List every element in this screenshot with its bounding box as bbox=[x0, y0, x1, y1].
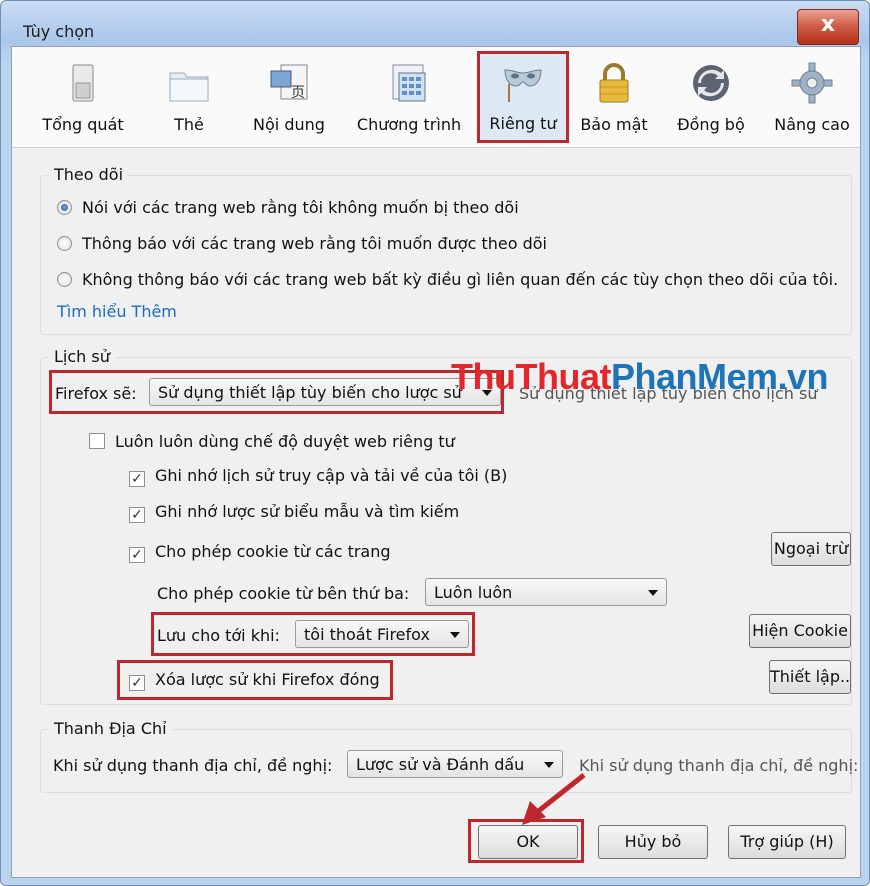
svg-text:页: 页 bbox=[291, 85, 305, 101]
remember-forms-checkbox[interactable]: ✓ bbox=[129, 507, 145, 523]
location-bar-value: Lược sử và Đánh dấu bbox=[356, 755, 525, 774]
tab-general-label: Tổng quát bbox=[42, 115, 124, 134]
tab-advanced-label: Nâng cao bbox=[774, 115, 850, 134]
watermark-part-1: ThuThuat bbox=[451, 356, 611, 397]
show-cookies-button[interactable]: Hiện Cookie bbox=[749, 614, 851, 648]
client-area: Tổng quát Thẻ 页 Nội dung Chương trình Ri… bbox=[11, 46, 861, 878]
always-private-row[interactable]: Luôn luôn dùng chế độ duyệt web riêng tư bbox=[89, 432, 455, 451]
close-button[interactable]: x bbox=[797, 9, 859, 45]
history-group: Lịch sử Firefox sẽ: Sử dụng thiết lập tù… bbox=[40, 347, 852, 705]
tab-content-label: Nội dung bbox=[253, 115, 325, 134]
third-party-value: Luôn luôn bbox=[434, 583, 513, 602]
padlock-icon bbox=[599, 63, 629, 103]
applications-icon bbox=[392, 64, 426, 102]
remember-forms-label: Ghi nhớ lược sử biểu mẫu và tìm kiếm bbox=[155, 502, 460, 521]
remember-forms-row[interactable]: ✓ Ghi nhớ lược sử biểu mẫu và tìm kiếm bbox=[129, 502, 459, 523]
content-icon: 页 bbox=[270, 64, 308, 101]
watermark-part-3: .vn bbox=[777, 356, 829, 397]
tab-sync-label: Đồng bộ bbox=[677, 115, 745, 134]
always-private-label: Luôn luôn dùng chế độ duyệt web riêng tư bbox=[115, 432, 455, 451]
settings-button[interactable]: Thiết lập... bbox=[769, 660, 851, 694]
cancel-button[interactable]: Hủy bỏ bbox=[598, 825, 708, 859]
chevron-down-icon bbox=[544, 762, 554, 768]
tab-content[interactable]: 页 Nội dung bbox=[244, 55, 334, 139]
arrow-annotation-icon bbox=[522, 773, 586, 825]
category-toolbar: Tổng quát Thẻ 页 Nội dung Chương trình Ri… bbox=[12, 47, 860, 148]
third-party-label: Cho phép cookie từ bên thứ ba: bbox=[157, 584, 410, 603]
folder-tabs-icon bbox=[169, 72, 209, 102]
learn-more-link[interactable]: Tìm hiểu Thêm bbox=[57, 302, 177, 321]
window-title: Tùy chọn bbox=[23, 22, 95, 41]
options-window: Tùy chọn x Tổng quát Thẻ 页 Nội dung Chươ… bbox=[0, 0, 870, 886]
accept-cookies-label: Cho phép cookie từ các trang bbox=[155, 542, 391, 561]
sync-icon bbox=[693, 65, 729, 101]
tracking-option-1-label: Nói với các trang web rằng tôi không muố… bbox=[82, 198, 519, 217]
remember-browsing-row[interactable]: ✓ Ghi nhớ lịch sử truy cập và tải về của … bbox=[129, 466, 507, 487]
tracking-option-3[interactable]: Không thông báo với các trang web bất kỳ… bbox=[57, 270, 838, 289]
tab-general[interactable]: Tổng quát bbox=[40, 55, 126, 139]
tab-applications-label: Chương trình bbox=[356, 115, 462, 134]
switch-icon bbox=[72, 64, 94, 102]
accept-cookies-checkbox[interactable]: ✓ bbox=[129, 547, 145, 563]
tracking-legend: Theo dõi bbox=[49, 165, 129, 184]
help-button[interactable]: Trợ giúp (H) bbox=[728, 825, 846, 859]
tab-security-label: Bảo mật bbox=[580, 115, 648, 134]
third-party-select[interactable]: Luôn luôn bbox=[425, 578, 667, 606]
exceptions-button[interactable]: Ngoại trừ bbox=[771, 532, 851, 566]
highlight-clear-on-close bbox=[117, 660, 393, 700]
tracking-group: Theo dõi Nói với các trang web rằng tôi … bbox=[40, 165, 852, 335]
history-legend: Lịch sử bbox=[49, 347, 115, 366]
title-bar[interactable]: Tùy chọn x bbox=[1, 1, 869, 45]
location-bar-label: Khi sử dụng thanh địa chỉ, đề nghị: bbox=[53, 756, 333, 775]
gear-icon bbox=[791, 62, 833, 104]
tab-security[interactable]: Bảo mật bbox=[574, 55, 654, 139]
tab-advanced[interactable]: Nâng cao bbox=[766, 55, 858, 139]
location-bar-ghost-text: Khi sử dụng thanh địa chỉ, đề nghị: bbox=[579, 756, 859, 775]
watermark-part-2: PhanMem bbox=[610, 356, 778, 397]
tab-sync[interactable]: Đồng bộ bbox=[668, 55, 754, 139]
tab-privacy-label: Riêng tư bbox=[489, 114, 557, 133]
watermark-logo: ThuThuatPhanMem.vn bbox=[451, 356, 829, 398]
tab-applications[interactable]: Chương trình bbox=[350, 55, 468, 139]
remember-browsing-checkbox[interactable]: ✓ bbox=[129, 471, 145, 487]
highlight-keep-until bbox=[151, 612, 475, 656]
location-bar-group: Thanh Địa Chỉ Khi sử dụng thanh địa chỉ,… bbox=[40, 719, 858, 793]
radio-no-preference[interactable] bbox=[57, 272, 72, 287]
remember-browsing-label: Ghi nhớ lịch sử truy cập và tải về của t… bbox=[155, 466, 508, 485]
chevron-down-icon bbox=[648, 590, 658, 596]
tab-tabs-label: Thẻ bbox=[174, 115, 204, 134]
radio-want-tracking[interactable] bbox=[57, 236, 72, 251]
always-private-checkbox[interactable] bbox=[89, 433, 105, 449]
tracking-option-2[interactable]: Thông báo với các trang web rằng tôi muố… bbox=[57, 234, 547, 253]
highlight-firefox-will bbox=[49, 370, 504, 414]
location-bar-legend: Thanh Địa Chỉ bbox=[49, 719, 172, 738]
tab-privacy[interactable]: Riêng tư bbox=[477, 51, 569, 143]
tracking-option-2-label: Thông báo với các trang web rằng tôi muố… bbox=[82, 234, 547, 253]
tracking-option-1[interactable]: Nói với các trang web rằng tôi không muố… bbox=[57, 198, 519, 217]
tab-tabs[interactable]: Thẻ bbox=[154, 55, 224, 139]
privacy-mask-icon bbox=[504, 69, 542, 102]
tracking-option-3-label: Không thông báo với các trang web bất kỳ… bbox=[82, 270, 839, 289]
radio-do-not-track[interactable] bbox=[57, 200, 72, 215]
accept-cookies-row[interactable]: ✓ Cho phép cookie từ các trang bbox=[129, 542, 391, 563]
